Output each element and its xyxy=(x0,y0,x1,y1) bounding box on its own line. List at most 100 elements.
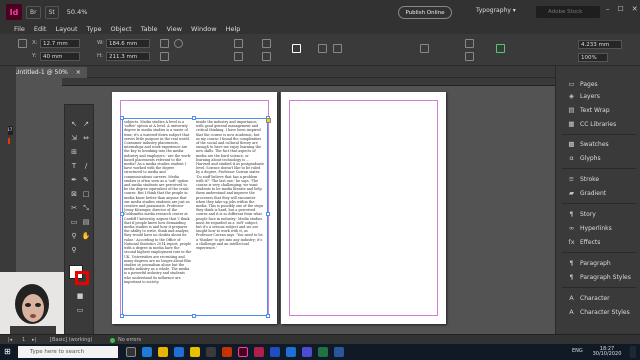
panel-cc-libraries[interactable]: ▦ CC Libraries xyxy=(568,118,616,130)
panel-stroke[interactable]: ≡ Stroke xyxy=(568,173,599,185)
app-icon[interactable] xyxy=(206,347,216,357)
screen-mode-icon[interactable]: ▭ xyxy=(75,305,85,315)
h-field[interactable]: 211.3 mm xyxy=(106,52,150,61)
stroke-weight-field[interactable]: 4.233 mm xyxy=(578,40,622,49)
stroke-swatch-icon[interactable] xyxy=(420,44,429,53)
minimize-icon[interactable]: – xyxy=(606,5,610,13)
menu-help[interactable]: Help xyxy=(226,25,241,33)
chrome-icon[interactable] xyxy=(190,347,200,357)
frame-handle-br[interactable] xyxy=(266,314,270,318)
app-icon[interactable] xyxy=(286,347,296,357)
panel-layers[interactable]: ◈ Layers xyxy=(568,90,600,102)
content-collector-icon[interactable] xyxy=(266,118,271,123)
task-view-icon[interactable] xyxy=(126,347,136,357)
y-field[interactable]: 40 mm xyxy=(40,52,80,61)
panel-gradient[interactable]: ▰ Gradient xyxy=(568,187,606,199)
panel-character-styles[interactable]: A Character Styles xyxy=(568,306,629,318)
windows-start-icon[interactable]: ⊞ xyxy=(4,348,12,356)
rotate-icon[interactable] xyxy=(234,39,243,48)
stock-button[interactable]: St xyxy=(44,5,59,19)
language-indicator[interactable]: ENG xyxy=(572,349,583,354)
text-frame-options-icon[interactable] xyxy=(333,44,342,53)
frame-handle-tl[interactable] xyxy=(120,116,124,120)
panel-hyperlinks[interactable]: ∞ Hyperlinks xyxy=(568,222,612,234)
clock[interactable]: 18:27 30/10/2020 xyxy=(590,347,624,357)
panel-character[interactable]: A Character xyxy=(568,292,609,304)
panel-effects[interactable]: fx Effects xyxy=(568,236,600,248)
apply-color-icon[interactable]: ■ xyxy=(75,291,85,301)
excel-icon[interactable] xyxy=(318,347,328,357)
workspace-switcher[interactable]: Typography ▾ xyxy=(476,7,516,14)
menu-table[interactable]: Table xyxy=(141,25,158,33)
stock-search-input[interactable]: Adobe Stock xyxy=(536,6,600,18)
selection-icon[interactable] xyxy=(318,44,327,53)
file-explorer-icon[interactable] xyxy=(158,347,168,357)
menu-edit[interactable]: Edit xyxy=(34,25,47,33)
app-icon[interactable] xyxy=(270,347,280,357)
bridge-button[interactable]: Br xyxy=(26,5,41,19)
scissors-tool-icon[interactable]: ✂ xyxy=(69,203,79,213)
shear-icon[interactable] xyxy=(234,52,243,61)
type-tool-icon[interactable]: T xyxy=(69,161,79,171)
app-icon[interactable] xyxy=(254,347,264,357)
panel-story[interactable]: ¶ Story xyxy=(568,208,595,220)
gap-tool-icon[interactable]: ⇔ xyxy=(81,133,91,143)
line-tool-icon[interactable]: / xyxy=(81,161,91,171)
pencil-tool-icon[interactable]: ✎ xyxy=(81,175,91,185)
horizontal-ruler[interactable] xyxy=(62,78,555,86)
free-transform-tool-icon[interactable]: ⤡ xyxy=(81,203,91,213)
frame-handle-l[interactable] xyxy=(120,212,124,216)
pen-tool-icon[interactable]: ✒ xyxy=(69,175,79,185)
menu-file[interactable]: File xyxy=(14,25,25,33)
reference-point-icon[interactable] xyxy=(18,39,27,48)
hand-tool-icon[interactable]: ✋ xyxy=(81,231,91,241)
style-status[interactable]: [Basic] (working) xyxy=(50,337,92,343)
zoom-tool-icon[interactable]: ⚲ xyxy=(69,245,79,255)
mail-icon[interactable] xyxy=(174,347,184,357)
menu-type[interactable]: Type xyxy=(87,25,102,33)
eyedropper-tool-icon[interactable]: ⚲ xyxy=(69,231,79,241)
scale-x-icon[interactable] xyxy=(160,39,169,48)
word-icon[interactable] xyxy=(334,347,344,357)
drop-shadow-icon[interactable] xyxy=(465,52,474,61)
page-1[interactable]: subjects. Media studies A level is a 'so… xyxy=(112,92,277,324)
page-2[interactable] xyxy=(281,92,446,324)
selection-tool-icon[interactable]: ↖ xyxy=(69,119,79,129)
panel-text-wrap[interactable]: ▤ Text Wrap xyxy=(568,104,609,116)
notifications-icon[interactable] xyxy=(630,346,636,358)
first-page-icon[interactable]: |◂ xyxy=(8,337,12,343)
gradient-tool-icon[interactable]: ▭ xyxy=(69,217,79,227)
frame-handle-bc[interactable] xyxy=(192,314,196,318)
menu-window[interactable]: Window xyxy=(191,25,217,33)
text-column-1[interactable]: subjects. Media studies A level is a 'so… xyxy=(124,120,192,312)
direct-selection-tool-icon[interactable]: ↗ xyxy=(81,119,91,129)
panel-paragraph[interactable]: ¶ Paragraph xyxy=(568,257,610,269)
panel-pages[interactable]: ▭ Pages xyxy=(568,78,597,90)
auto-fit-icon[interactable] xyxy=(496,44,505,53)
teams-icon[interactable] xyxy=(302,347,312,357)
indesign-taskbar-icon[interactable] xyxy=(238,347,248,357)
flip-vertical-icon[interactable] xyxy=(262,52,271,61)
note-tool-icon[interactable]: ▤ xyxy=(81,217,91,227)
rectangle-frame-tool-icon[interactable]: ⊠ xyxy=(69,189,79,199)
publish-online-button[interactable]: Publish Online xyxy=(398,6,452,19)
menu-layout[interactable]: Layout xyxy=(55,25,77,33)
menu-view[interactable]: View xyxy=(167,25,182,33)
x-field[interactable]: 12.7 mm xyxy=(40,39,80,48)
rectangle-tool-icon[interactable]: □ xyxy=(81,189,91,199)
edge-icon[interactable] xyxy=(142,347,152,357)
scale-y-icon[interactable] xyxy=(160,52,169,61)
menu-object[interactable]: Object xyxy=(111,25,132,33)
page-tool-icon[interactable]: ⇲ xyxy=(69,133,79,143)
w-field[interactable]: 184.6 mm xyxy=(106,39,150,48)
powerpoint-icon[interactable] xyxy=(222,347,232,357)
maximize-icon[interactable]: ☐ xyxy=(618,5,624,13)
text-column-2[interactable]: inside the industry and importance, with… xyxy=(196,120,264,260)
panel-swatches[interactable]: ▩ Swatches xyxy=(568,138,608,150)
content-collector-tool-icon[interactable]: ⊞ xyxy=(69,147,79,157)
zoom-level[interactable]: 50.4% xyxy=(67,8,88,16)
panel-paragraph-styles[interactable]: ¶ Paragraph Styles xyxy=(568,271,630,283)
fill-swatch-icon[interactable] xyxy=(292,44,301,53)
next-page-icon[interactable]: ▸| xyxy=(32,337,36,343)
taskbar-search-input[interactable]: Type here to search xyxy=(18,346,118,358)
